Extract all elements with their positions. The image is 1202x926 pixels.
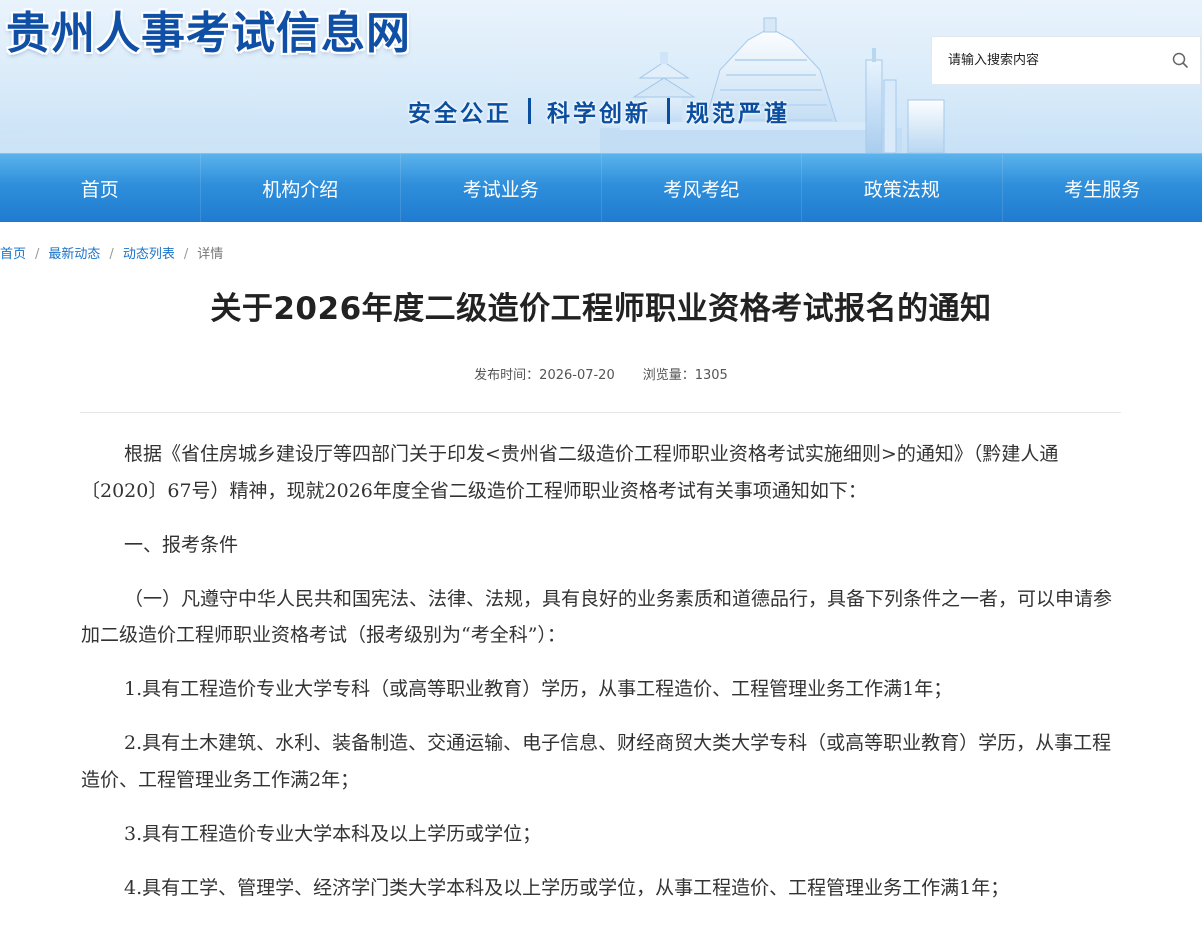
site-slogan: 安全公正 科学创新 规范严谨 bbox=[408, 94, 790, 128]
article-section-heading: 一、报考条件 bbox=[124, 533, 239, 556]
article-title: 关于2026年度二级造价工程师职业资格考试报名的通知 bbox=[210, 291, 992, 327]
slogan-divider bbox=[528, 98, 531, 124]
breadcrumb: 首页 / 最新动态 / 动态列表 / 详情 bbox=[0, 243, 223, 262]
breadcrumb-news-list[interactable]: 动态列表 bbox=[123, 247, 175, 262]
title-divider bbox=[80, 412, 1121, 413]
article-list-item: 4.具有工学、管理学、经济学门类大学本科及以上学历或学位，从事工程造价、工程管理… bbox=[124, 876, 1010, 899]
slogan-part: 规范严谨 bbox=[686, 101, 790, 127]
main-nav: 首页 机构介绍 考试业务 考风考纪 政策法规 考生服务 bbox=[0, 153, 1202, 222]
nav-item-exam-discipline[interactable]: 考风考纪 bbox=[602, 154, 802, 222]
article-list-item: 3.具有工程造价专业大学本科及以上学历或学位； bbox=[124, 822, 542, 845]
breadcrumb-separator: / bbox=[35, 247, 40, 262]
nav-item-exam-business[interactable]: 考试业务 bbox=[401, 154, 602, 222]
breadcrumb-current: 详情 bbox=[197, 247, 224, 262]
breadcrumb-latest-news[interactable]: 最新动态 bbox=[48, 247, 100, 262]
nav-item-candidate-service[interactable]: 考生服务 bbox=[1003, 154, 1202, 222]
nav-item-policy[interactable]: 政策法规 bbox=[802, 154, 1003, 222]
article-list-item: 1.具有工程造价专业大学专科（或高等职业教育）学历，从事工程造价、工程管理业务工… bbox=[124, 678, 953, 700]
breadcrumb-home[interactable]: 首页 bbox=[0, 247, 26, 262]
breadcrumb-separator: / bbox=[183, 247, 189, 262]
article-list-item: 2.具有土木建筑、水利、装备制造、交通运输、电子信息、财经商贸大类大学专科（或高… bbox=[81, 732, 1112, 791]
breadcrumb-separator: / bbox=[109, 247, 114, 262]
nav-item-home[interactable]: 首页 bbox=[0, 154, 201, 222]
site-title: 贵州人事考试信息网 bbox=[6, 8, 411, 59]
nav-item-about[interactable]: 机构介绍 bbox=[201, 154, 401, 222]
search-box bbox=[931, 36, 1201, 85]
article-body: 根据《省住房城乡建设厅等四部门关于印发<贵州省二级造价工程师职业资格考试实施细则… bbox=[81, 436, 1121, 924]
view-count: 浏览量：1305 bbox=[642, 368, 728, 383]
publish-time: 发布时间：2026-07-20 bbox=[474, 368, 615, 383]
slogan-part: 科学创新 bbox=[547, 101, 651, 127]
search-icon[interactable] bbox=[1160, 37, 1200, 84]
article-meta: 发布时间：2026-07-20 浏览量：1305 bbox=[0, 364, 1202, 383]
article-paragraph: （一）凡遵守中华人民共和国宪法、法律、法规，具有良好的业务素质和道德品行，具备下… bbox=[81, 587, 1113, 647]
header-banner: 贵州人事考试信息网 安全公正 科学创新 规范严谨 bbox=[0, 0, 1202, 153]
slogan-divider bbox=[667, 98, 670, 124]
slogan-part: 安全公正 bbox=[408, 101, 512, 127]
search-input[interactable] bbox=[932, 36, 1160, 85]
article-paragraph: 根据《省住房城乡建设厅等四部门关于印发<贵州省二级造价工程师职业资格考试实施细则… bbox=[81, 443, 1059, 502]
